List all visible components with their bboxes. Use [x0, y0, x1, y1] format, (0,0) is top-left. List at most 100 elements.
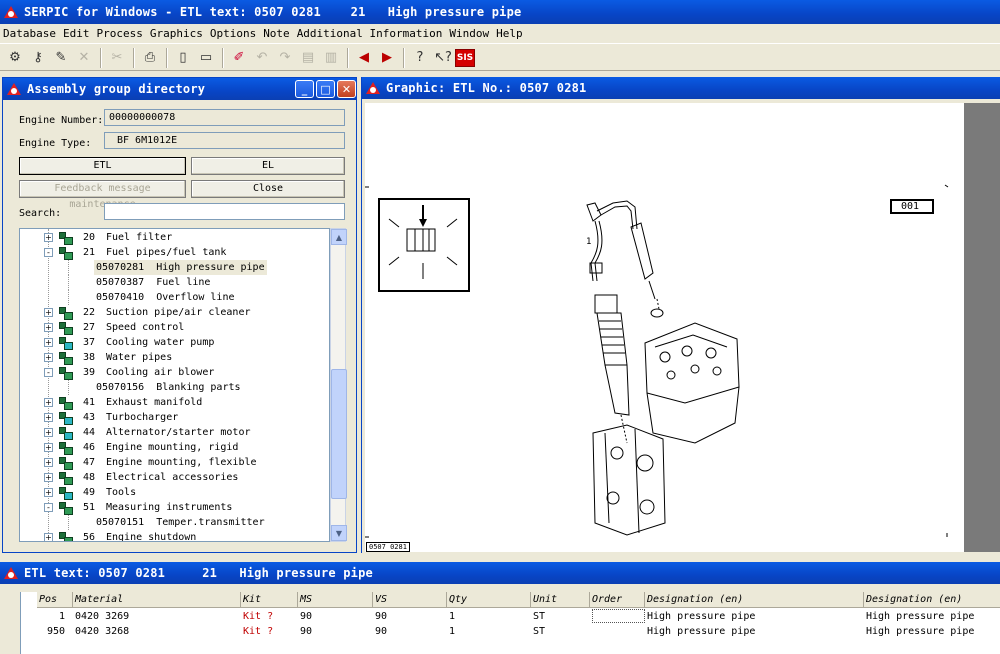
menu-options[interactable]: Options — [210, 27, 256, 40]
expand-icon[interactable]: + — [44, 353, 53, 362]
engine-number-field[interactable]: 00000000078 — [104, 109, 345, 126]
tree-item[interactable]: +27 Speed control — [20, 320, 329, 335]
tree-item[interactable]: 05070387 Fuel line — [20, 275, 329, 290]
expand-icon[interactable]: + — [44, 323, 53, 332]
table-row[interactable]: 1 0420 3269 Kit ? 90 90 1 ST High pressure pipe… — [21, 609, 1000, 624]
tree-item[interactable]: 05070156 Blanking parts — [20, 380, 329, 395]
tree-item[interactable]: - 39 Cooling air blower — [20, 365, 329, 380]
table-row[interactable]: 950 0420 3268 Kit ? 90 90 1 ST High pressure pi… — [21, 624, 1000, 639]
help-icon[interactable]: ? — [409, 47, 431, 69]
undo-icon[interactable]: ↶ — [251, 47, 273, 69]
help-pointer-icon[interactable]: ↖? — [432, 47, 454, 69]
tree-item-selected[interactable]: 05070281 High pressure pipe — [94, 260, 267, 275]
maximize-button[interactable]: □ — [316, 80, 335, 98]
column-header[interactable]: Unit — [531, 592, 590, 608]
tree-scrollbar[interactable]: ▲ ▼ — [330, 228, 347, 542]
tree-item[interactable]: - 51 Measuring instruments — [20, 500, 329, 515]
cell-order[interactable] — [592, 624, 645, 639]
close-button[interactable]: Close — [191, 180, 345, 198]
tree-item[interactable]: +37 Cooling water pump — [20, 335, 329, 350]
tree-item[interactable]: +20 Fuel filter — [20, 230, 329, 245]
expand-icon[interactable]: + — [44, 398, 53, 407]
menu-note[interactable]: Note — [263, 27, 290, 40]
menu-window[interactable]: Window — [449, 27, 489, 40]
expand-icon[interactable]: + — [44, 413, 53, 422]
column-header[interactable]: VS — [373, 592, 447, 608]
minimize-button[interactable]: _ — [295, 80, 314, 98]
tree-item[interactable]: +47 Engine mounting, flexible — [20, 455, 329, 470]
graphic-canvas[interactable]: 1 001 0507 0281 — [365, 103, 964, 552]
tree-subitem[interactable]: 05070151 Temper.transmitter — [94, 515, 267, 530]
column-header[interactable]: Material — [73, 592, 241, 608]
expand-icon[interactable]: + — [44, 533, 53, 541]
tree-item[interactable]: +41 Exhaust manifold — [20, 395, 329, 410]
tree-item[interactable]: +49 Tools — [20, 485, 329, 500]
menu-additional-information[interactable]: Additional Information — [297, 27, 443, 40]
tree-item[interactable]: +43 Turbocharger — [20, 410, 329, 425]
el-button[interactable]: EL — [191, 157, 345, 175]
expand-icon[interactable]: + — [44, 488, 53, 497]
column-header[interactable]: MS — [298, 592, 373, 608]
expand-icon[interactable]: + — [44, 458, 53, 467]
column-header[interactable]: Qty — [447, 592, 531, 608]
sis-icon[interactable]: SIS — [455, 48, 475, 67]
column-header[interactable]: Order — [590, 592, 645, 608]
delete-icon[interactable]: ✕ — [73, 47, 95, 69]
key-icon[interactable]: ⚷ — [27, 47, 49, 69]
tree-subitem[interactable]: 05070156 Blanking parts — [94, 380, 243, 395]
collapse-icon[interactable]: - — [44, 368, 53, 377]
cut-icon[interactable]: ✂ — [106, 47, 128, 69]
expand-icon[interactable]: + — [44, 428, 53, 437]
arrow-left-icon[interactable]: ◀ — [353, 47, 375, 69]
open-folder-icon[interactable]: ▭ — [195, 47, 217, 69]
feedback-button[interactable]: Feedback message maintenance — [19, 180, 186, 210]
tree-item[interactable]: 05070410 Overflow line — [20, 290, 329, 305]
tree-item[interactable]: - 21 Fuel pipes/fuel tank — [20, 245, 329, 260]
column-header[interactable]: Designation (en) — [864, 592, 1000, 608]
expand-icon[interactable]: + — [44, 443, 53, 452]
page-icon[interactable]: ▤ — [297, 47, 319, 69]
tree-item[interactable]: +38 Water pipes — [20, 350, 329, 365]
menu-edit[interactable]: Edit — [63, 27, 90, 40]
menu-graphics[interactable]: Graphics — [150, 27, 203, 40]
engine-type-field[interactable]: BF 6M1012E — [104, 132, 345, 149]
engine-icon[interactable]: ⚙ — [4, 47, 26, 69]
menu-process[interactable]: Process — [96, 27, 142, 40]
etl-button[interactable]: ETL — [19, 157, 186, 175]
tree-item[interactable]: +22 Suction pipe/air cleaner — [20, 305, 329, 320]
cell-order[interactable] — [592, 609, 645, 623]
menu-help[interactable]: Help — [496, 27, 523, 40]
new-document-icon[interactable]: ▯ — [172, 47, 194, 69]
expand-icon[interactable]: + — [44, 473, 53, 482]
tree-subitem[interactable]: 05070387 Fuel line — [94, 275, 212, 290]
tree-item[interactable]: 05070151 Temper.transmitter — [20, 515, 329, 530]
collapse-icon[interactable]: - — [44, 248, 53, 257]
arrow-right-icon[interactable]: ▶ — [376, 47, 398, 69]
page2-icon[interactable]: ▥ — [320, 47, 342, 69]
collapse-icon[interactable]: - — [44, 503, 53, 512]
scroll-thumb[interactable] — [331, 369, 347, 499]
tree-subitem[interactable]: 05070410 Overflow line — [94, 290, 237, 305]
wrench-icon[interactable]: ✎ — [50, 47, 72, 69]
tree-item[interactable]: 05070281 High pressure pipe — [20, 260, 329, 275]
column-header[interactable]: Kit — [241, 592, 298, 608]
expand-icon[interactable]: + — [44, 338, 53, 347]
scroll-down-icon[interactable]: ▼ — [331, 525, 347, 541]
tree-item[interactable]: +48 Electrical accessories — [20, 470, 329, 485]
assembly-group-icon — [58, 247, 73, 260]
expand-icon[interactable]: + — [44, 233, 53, 242]
expand-icon[interactable]: + — [44, 308, 53, 317]
print-icon[interactable]: ⎙ — [139, 47, 161, 69]
close-window-button[interactable]: ✕ — [337, 80, 356, 98]
tree-item[interactable]: +56 Engine shutdown — [20, 530, 329, 541]
redo-icon[interactable]: ↷ — [274, 47, 296, 69]
tree-item[interactable]: +46 Engine mounting, rigid — [20, 440, 329, 455]
search-input[interactable] — [104, 203, 345, 220]
column-header[interactable]: Pos — [37, 592, 73, 608]
menu-database[interactable]: Database — [3, 27, 56, 40]
color-pen-icon[interactable]: ✐ — [228, 47, 250, 69]
scroll-up-icon[interactable]: ▲ — [331, 229, 347, 245]
callout-label[interactable]: 001 — [901, 201, 919, 212]
tree-item[interactable]: +44 Alternator/starter motor — [20, 425, 329, 440]
column-header[interactable]: Designation (en) — [645, 592, 864, 608]
